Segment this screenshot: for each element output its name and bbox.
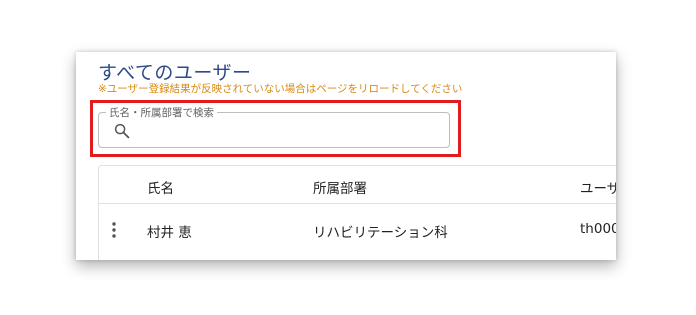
column-header-name[interactable]: 氏名	[147, 177, 174, 197]
column-header-department[interactable]: 所属部署	[313, 177, 367, 197]
users-table: 氏名 所属部署 ユーザ 村井 恵 リハビリテーション科 th000	[98, 165, 616, 260]
screenshot-stage: すべてのユーザー ※ユーザー登録結果が反映されていない場合はページをリロードして…	[0, 0, 696, 315]
reload-notice: ※ユーザー登録結果が反映されていない場合はページをリロードしてください	[98, 83, 463, 95]
users-panel: すべてのユーザー ※ユーザー登録結果が反映されていない場合はページをリロードして…	[76, 52, 616, 260]
cell-name: 村井 恵	[147, 225, 192, 241]
column-header-user[interactable]: ユーザ	[580, 177, 616, 197]
search-highlight-box	[90, 100, 461, 157]
more-vert-icon[interactable]	[111, 221, 117, 239]
cell-user: th000	[580, 221, 616, 237]
header-divider	[99, 203, 616, 204]
cell-department: リハビリテーション科	[313, 225, 448, 241]
